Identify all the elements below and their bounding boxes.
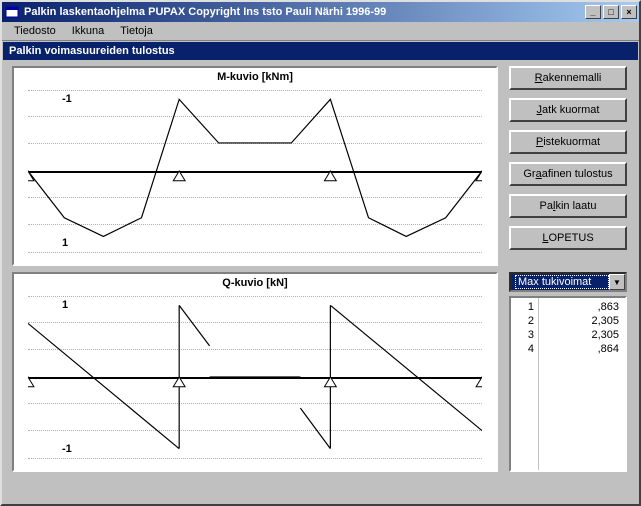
reactions-index-col: 1234 (511, 298, 539, 470)
minimize-button[interactable]: _ (585, 5, 601, 19)
app-window: Palkin laskentaohjelma PUPAX Copyright I… (0, 0, 641, 506)
maximize-button[interactable]: □ (603, 5, 619, 19)
m-chart-area: -1 1 (28, 90, 482, 252)
client-area: M-kuvio [kNm] -1 1 Q-kuvio [kN] (6, 62, 635, 500)
menu-about[interactable]: Tietoja (112, 23, 161, 39)
menu-file[interactable]: Tiedosto (6, 23, 64, 39)
m-chart-panel: M-kuvio [kNm] -1 1 (12, 66, 498, 266)
pistekuormat-button[interactable]: Pistekuormat (509, 130, 627, 154)
menubar: Tiedosto Ikkuna Tietoja (2, 22, 639, 41)
reactions-list[interactable]: 1234 ,8632,3052,305,864 (509, 296, 627, 472)
title-text: Palkin laskentaohjelma PUPAX Copyright I… (24, 6, 386, 18)
m-chart-title: M-kuvio [kNm] (14, 71, 496, 83)
q-chart-panel: Q-kuvio [kN] 1 -1 (12, 272, 498, 472)
rakennemalli-button[interactable]: Rakennemalli (509, 66, 627, 90)
lopetus-button[interactable]: LOPETUS (509, 226, 627, 250)
result-select-value: Max tukivoimat (515, 275, 609, 289)
reactions-value-col: ,8632,3052,305,864 (539, 298, 625, 470)
q-curve (28, 296, 482, 458)
jatk-kuormat-button[interactable]: Jatk kuormat (509, 98, 627, 122)
subtitle-text: Palkin voimasuureiden tulostus (9, 45, 175, 57)
close-button[interactable]: × (621, 5, 637, 19)
graafinen-tulostus-button[interactable]: Graafinen tulostus (509, 162, 627, 186)
m-curve (28, 90, 482, 252)
q-chart-area: 1 -1 (28, 296, 482, 458)
q-chart-title: Q-kuvio [kN] (14, 277, 496, 289)
app-icon (4, 5, 20, 19)
menu-window[interactable]: Ikkuna (64, 23, 112, 39)
palkin-laatu-button[interactable]: Palkin laatu (509, 194, 627, 218)
chevron-down-icon: ▼ (609, 274, 625, 290)
side-button-panel: Rakennemalli Jatk kuormat Pistekuormat G… (509, 66, 627, 258)
result-select[interactable]: Max tukivoimat ▼ (509, 272, 627, 292)
subwindow-title: Palkin voimasuureiden tulostus (3, 42, 638, 60)
titlebar: Palkin laskentaohjelma PUPAX Copyright I… (2, 2, 639, 22)
